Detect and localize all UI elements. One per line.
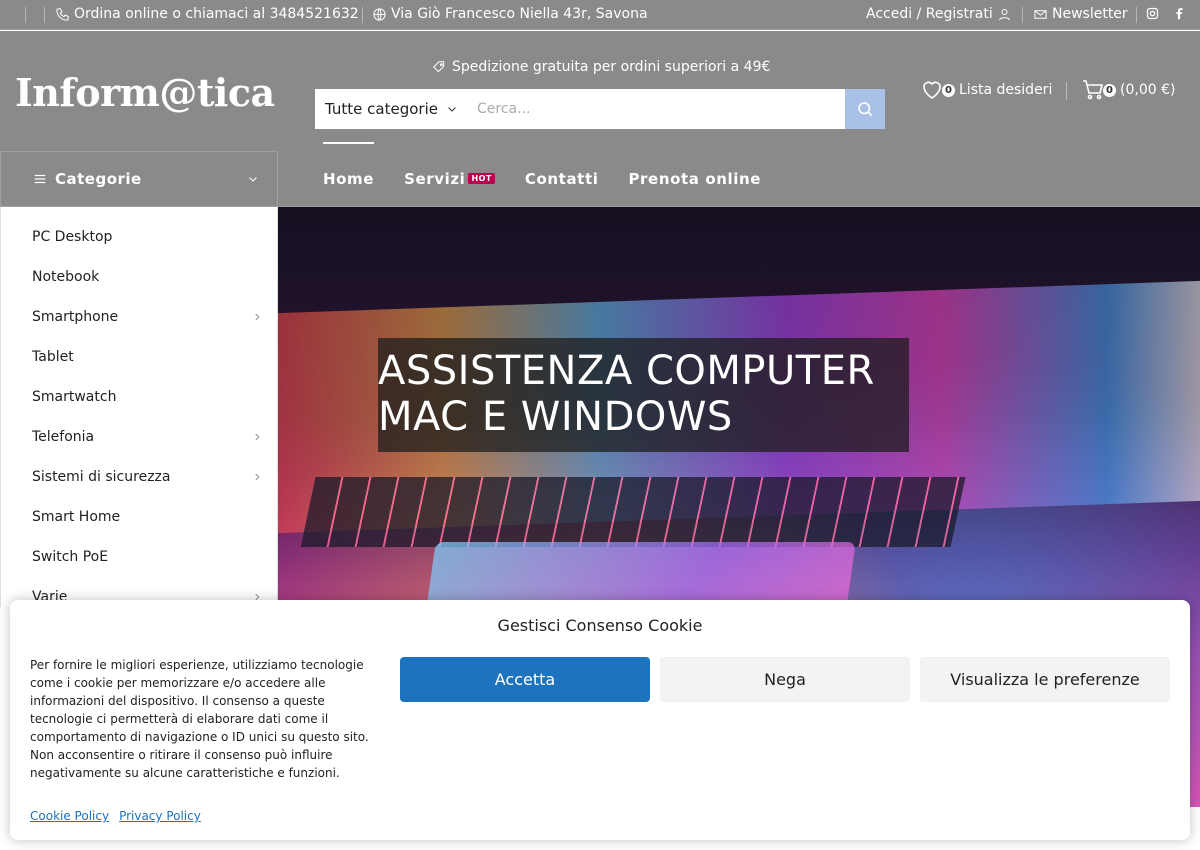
nav-home-label: Home — [323, 170, 375, 188]
categories-toggle[interactable]: Categorie — [0, 151, 278, 207]
cookie-title: Gestisci Consenso Cookie — [497, 616, 703, 635]
site-logo[interactable]: Inform@tica — [15, 70, 275, 115]
facebook-link[interactable] — [1172, 6, 1187, 21]
nav-home[interactable]: Home — [323, 142, 375, 188]
hot-badge: HOT — [468, 172, 495, 184]
chevron-right-icon — [255, 433, 260, 441]
hero-title-line2: MAC E WINDOWS — [378, 394, 733, 440]
sidebar-item-smartphone[interactable]: Smartphone — [32, 297, 262, 337]
sidebar-item-label: Smartphone — [32, 309, 119, 325]
globe-icon — [373, 7, 386, 21]
heart-icon — [923, 81, 941, 99]
top-bar: Ordina online o chiamaci al 3484521632 V… — [0, 0, 1200, 30]
top-divider — [44, 7, 45, 23]
facebook-icon — [1176, 8, 1183, 20]
wishlist-count: 0 — [942, 83, 955, 97]
sidebar-item-pc-desktop[interactable]: PC Desktop — [32, 217, 262, 257]
chevron-down-icon — [249, 177, 257, 182]
user-icon — [998, 8, 1010, 20]
instagram-link[interactable] — [1145, 6, 1160, 21]
menu-icon — [34, 174, 46, 184]
sidebar-item-telefonia[interactable]: Telefonia — [32, 417, 262, 457]
search-icon — [858, 102, 873, 117]
nav-servizi[interactable]: Servizi HOT — [404, 170, 495, 188]
address-text: Via Giò Francesco Niella 43r, Savona — [391, 6, 648, 22]
promo-text: Spedizione gratuita per ordini superiori… — [452, 59, 771, 75]
newsletter-text: Newsletter — [1052, 6, 1128, 22]
sidebar-item-label: Smartwatch — [32, 389, 117, 405]
main-nav: Categorie Home Servizi HOT Contatti Preno… — [0, 142, 1200, 207]
cookie-links: Cookie Policy Privacy Policy — [30, 809, 201, 823]
sidebar-item-switch-poe[interactable]: Switch PoE — [32, 537, 262, 577]
top-divider — [1022, 7, 1023, 23]
sidebar-item-label: Notebook — [32, 269, 100, 285]
sidebar-item-label: PC Desktop — [32, 229, 113, 245]
login-text: Accedi / Registrati — [866, 6, 993, 22]
top-divider — [25, 7, 26, 23]
chevron-right-icon — [255, 473, 260, 481]
chevron-right-icon — [255, 313, 260, 321]
hero-laptop-keyboard — [300, 477, 966, 547]
sidebar-item-notebook[interactable]: Notebook — [32, 257, 262, 297]
tag-icon — [433, 61, 445, 73]
category-sidebar: PC Desktop Notebook Smartphone Tablet Sm… — [0, 207, 278, 607]
header: Inform@tica Spedizione gratuita per ordi… — [0, 31, 1200, 151]
sidebar-item-label: Smart Home — [32, 509, 121, 525]
categories-label: Categorie — [55, 170, 142, 188]
cookie-text: Per fornire le migliori esperienze, util… — [30, 658, 369, 780]
hero-title: ASSISTENZA COMPUTER MAC E WINDOWS — [378, 338, 909, 452]
sidebar-item-label: Tablet — [32, 349, 74, 365]
address-link[interactable]: Via Giò Francesco Niella 43r, Savona — [372, 6, 648, 22]
sidebar-item-sicurezza[interactable]: Sistemi di sicurezza — [32, 457, 262, 497]
sidebar-item-smart-home[interactable]: Smart Home — [32, 497, 262, 537]
category-select[interactable]: Tutte categorie — [315, 89, 465, 129]
login-link[interactable]: Accedi / Registrati — [866, 6, 1012, 22]
sidebar-item-label: Sistemi di sicurezza — [32, 469, 171, 485]
newsletter-link[interactable]: Newsletter — [1033, 6, 1128, 22]
wishlist-link[interactable]: 0 Lista desideri — [920, 78, 1052, 102]
phone-text: Ordina online o chiamaci al 3484521632 — [74, 6, 359, 22]
cart-total: (0,00 €) — [1120, 82, 1176, 98]
privacy-policy-link[interactable]: Privacy Policy — [119, 809, 201, 823]
nav-prenota[interactable]: Prenota online — [628, 170, 761, 188]
top-divider — [362, 7, 363, 23]
chevron-down-icon — [448, 107, 456, 112]
nav-prenota-label: Prenota online — [628, 170, 762, 188]
phone-link[interactable]: Ordina online o chiamaci al 3484521632 — [55, 6, 359, 22]
hero-title-line1: ASSISTENZA COMPUTER — [378, 348, 875, 394]
mail-icon — [1034, 9, 1047, 19]
shipping-promo: Spedizione gratuita per ordini superiori… — [432, 59, 770, 75]
phone-icon — [56, 7, 69, 21]
wishlist-label: Lista desideri — [959, 82, 1053, 98]
cookie-consent-dialog: Gestisci Consenso Cookie Per fornire le … — [10, 600, 1190, 840]
cart-count: 0 — [1103, 83, 1116, 97]
deny-button[interactable]: Nega — [660, 657, 910, 702]
preferences-button[interactable]: Visualizza le preferenze — [920, 657, 1170, 702]
category-select-value: Tutte categorie — [325, 100, 438, 118]
nav-servizi-label: Servizi — [404, 170, 466, 188]
instagram-icon — [1146, 7, 1159, 20]
header-divider — [1066, 82, 1067, 100]
cookie-policy-link[interactable]: Cookie Policy — [30, 809, 109, 823]
cart-icon — [1083, 80, 1104, 100]
nav-links: Home Servizi HOT Contatti Prenota online — [323, 142, 761, 207]
cart-link[interactable]: 0 (0,00 €) — [1081, 78, 1175, 102]
sidebar-item-smartwatch[interactable]: Smartwatch — [32, 377, 262, 417]
top-divider — [1136, 7, 1137, 23]
search-button[interactable] — [845, 89, 885, 129]
nav-contatti-label: Contatti — [524, 170, 599, 188]
accept-button[interactable]: Accetta — [400, 657, 650, 702]
sidebar-item-tablet[interactable]: Tablet — [32, 337, 262, 377]
search-input[interactable] — [465, 89, 845, 129]
search-form: Tutte categorie — [315, 89, 885, 129]
nav-contatti[interactable]: Contatti — [525, 170, 599, 188]
sidebar-item-label: Switch PoE — [32, 549, 109, 565]
sidebar-item-label: Telefonia — [32, 429, 95, 445]
